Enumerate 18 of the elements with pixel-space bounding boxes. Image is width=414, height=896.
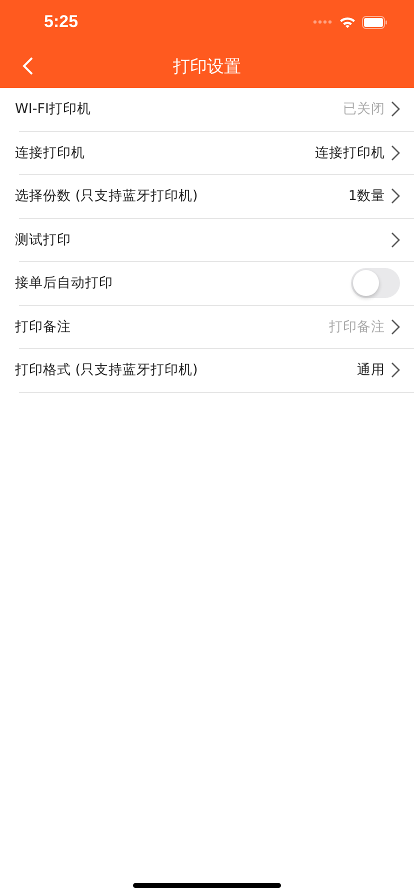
wifi-icon	[339, 16, 356, 28]
chevron-icon	[391, 362, 400, 378]
battery-icon	[362, 16, 388, 28]
chevron-icon	[391, 144, 400, 161]
chevron-icon	[391, 188, 400, 204]
row-value: 1数量	[348, 187, 385, 206]
row-value: 通用	[357, 361, 385, 380]
chevron-icon	[391, 101, 400, 118]
page-title: 打印设置	[173, 56, 241, 78]
back-icon[interactable]	[22, 56, 34, 76]
chevron-icon	[391, 318, 400, 335]
toggle-switch[interactable]	[351, 268, 400, 298]
row-value: 打印备注	[329, 318, 385, 336]
signal-icon	[313, 20, 333, 24]
row-value: 已关闭	[343, 100, 385, 118]
chevron-icon	[391, 232, 400, 248]
status-time: 5:25	[44, 12, 78, 32]
row-value: 连接打印机	[315, 144, 385, 162]
